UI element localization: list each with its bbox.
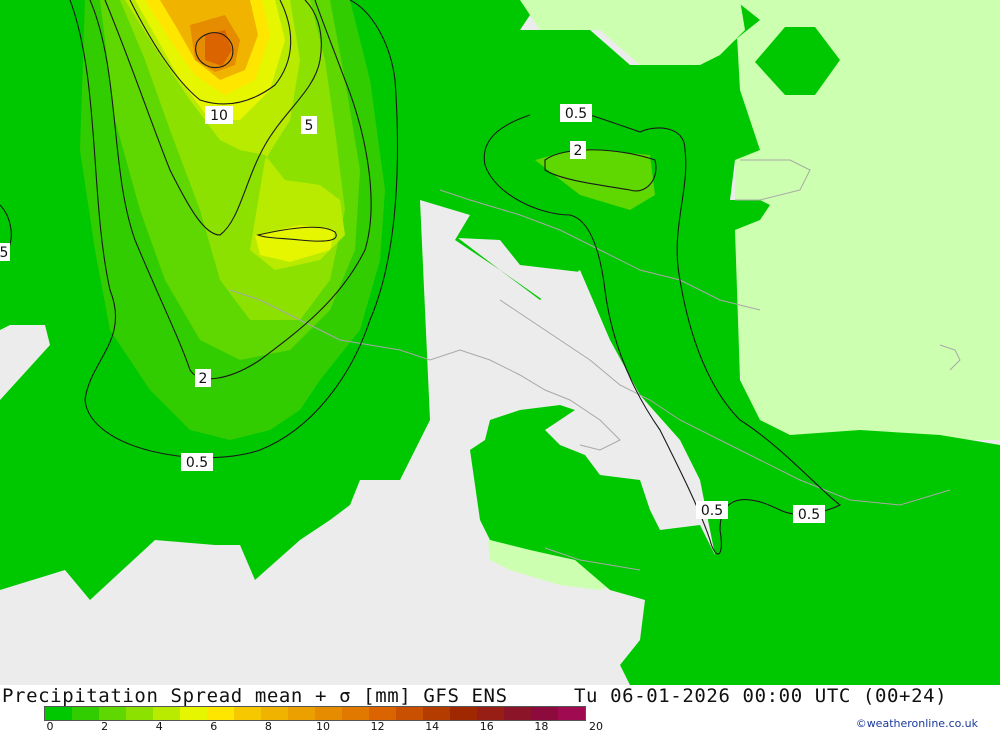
legend-swatch	[126, 707, 153, 720]
legend-swatch	[72, 707, 99, 720]
legend-swatch	[531, 707, 558, 720]
legend-swatch	[342, 707, 369, 720]
legend-tick-label: 4	[155, 720, 163, 733]
legend-swatch	[234, 707, 261, 720]
legend-swatch	[99, 707, 126, 720]
map-title: Precipitation Spread mean + σ [mm] GFS E…	[2, 685, 508, 707]
contour-label: 10	[210, 108, 228, 124]
credit-link[interactable]: ©weatheronline.co.uk	[856, 717, 978, 730]
legend-swatch	[504, 707, 531, 720]
legend-tick-label: 8	[264, 720, 272, 733]
legend-swatch	[153, 707, 180, 720]
legend-tick-label: 14	[425, 720, 440, 733]
legend-tick-label: 0	[46, 720, 54, 733]
map-datetime: Tu 06-01-2026 00:00 UTC (00+24)	[574, 685, 948, 707]
legend-ticks: 0 2 4 6 8 10 12 14 16 18 20	[44, 720, 644, 734]
legend-swatch	[369, 707, 396, 720]
legend-tick-label: 20	[589, 720, 603, 733]
legend-swatch	[558, 707, 585, 720]
legend-tick-label: 16	[479, 720, 494, 733]
legend-tick-label: 12	[370, 720, 385, 733]
legend-tick-label: 6	[210, 720, 218, 733]
legend-swatch	[207, 707, 234, 720]
legend-swatch	[288, 707, 315, 720]
map-footer: Precipitation Spread mean + σ [mm] GFS E…	[0, 685, 1000, 733]
legend-swatch	[261, 707, 288, 720]
legend-swatch	[396, 707, 423, 720]
contour-label: 0.5	[798, 507, 820, 523]
contour-label: 0.5	[186, 455, 208, 471]
legend-tick-label: 2	[101, 720, 109, 733]
legend-tick-label: 18	[534, 720, 549, 733]
legend-swatch	[180, 707, 207, 720]
legend-swatch	[450, 707, 477, 720]
legend-swatch	[477, 707, 504, 720]
contour-label: 2	[199, 371, 208, 387]
legend-swatch	[315, 707, 342, 720]
legend-swatch	[45, 707, 72, 720]
legend-swatch	[423, 707, 450, 720]
contour-label: 5	[0, 245, 8, 261]
contour-label: 5	[305, 118, 314, 134]
contour-label: 0.5	[565, 106, 587, 122]
precipitation-map: 10 5 0.5 2 2 0.5 0.5 0.5 5	[0, 0, 1000, 685]
contour-label: 2	[574, 143, 583, 159]
legend-tick-label: 10	[316, 720, 330, 733]
contour-label: 0.5	[701, 503, 723, 519]
color-legend	[44, 706, 586, 721]
